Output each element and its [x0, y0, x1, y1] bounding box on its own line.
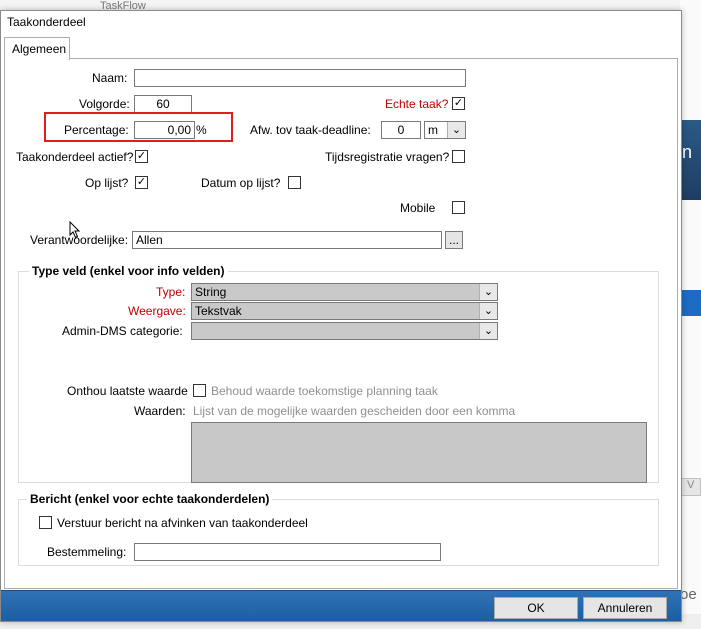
- chevron-down-icon[interactable]: ⌄: [479, 323, 497, 339]
- dialog-titlebar[interactable]: Taakonderdeel: [1, 11, 681, 35]
- bestemmeling-input[interactable]: [134, 543, 441, 561]
- taakonderdeel-dialog: Taakonderdeel Algemeen Naam: Volgorde: 6…: [0, 10, 682, 622]
- onthou-laatste-waarde-label: Onthou laatste waarde: [67, 384, 188, 398]
- admin-dms-label: Admin-DMS categorie:: [62, 324, 183, 338]
- afw-unit-select[interactable]: m ⌄: [424, 121, 466, 139]
- waarden-textarea[interactable]: [191, 422, 647, 483]
- percentage-unit: %: [196, 123, 207, 137]
- type-label: Type:: [156, 285, 186, 299]
- mobile-checkbox[interactable]: [452, 201, 465, 214]
- mouse-cursor-icon: [69, 221, 81, 239]
- behoud-waarde-label: Behoud waarde toekomstige planning taak: [211, 384, 438, 398]
- verstuur-bericht-label: Verstuur bericht na afvinken van taakond…: [57, 516, 308, 530]
- annuleren-button[interactable]: Annuleren: [583, 597, 667, 619]
- ok-button[interactable]: OK: [494, 597, 578, 619]
- percentage-input[interactable]: 0,00: [134, 121, 195, 139]
- background-blue-band: [680, 290, 701, 316]
- afw-unit-value: m: [428, 123, 438, 137]
- volgorde-label: Volgorde:: [79, 97, 130, 111]
- tab-strip: Algemeen: [1, 35, 681, 60]
- actief-checkbox[interactable]: ✓: [135, 150, 148, 163]
- mobile-label: Mobile: [400, 201, 436, 215]
- verstuur-bericht-checkbox[interactable]: [39, 516, 52, 529]
- verantwoordelijke-input[interactable]: Allen: [132, 231, 442, 249]
- echte-taak-label: Echte taak?: [385, 97, 449, 111]
- chevron-down-icon[interactable]: ⌄: [479, 303, 497, 319]
- bestemmeling-label: Bestemmeling:: [47, 545, 127, 559]
- tab-page-algemeen: Naam: Volgorde: 60 Echte taak? ✓ Percent…: [4, 58, 678, 589]
- chevron-down-icon[interactable]: ⌄: [447, 122, 465, 138]
- dialog-footer: OK Annuleren: [1, 590, 681, 621]
- type-veld-group-title: Type veld (enkel voor info velden): [29, 264, 228, 278]
- waarden-label: Waarden:: [134, 404, 186, 418]
- waarden-hint: Lijst van de mogelijke waarden gescheide…: [193, 404, 516, 418]
- weergave-select-value: Tekstvak: [195, 304, 242, 318]
- op-lijst-checkbox[interactable]: ✓: [135, 176, 148, 189]
- background-bottom-text: oe: [680, 586, 697, 603]
- bericht-group-title: Bericht (enkel voor echte taakonderdelen…: [27, 492, 273, 506]
- verantwoordelijke-browse-button[interactable]: ...: [445, 231, 463, 249]
- naam-input[interactable]: [134, 69, 466, 87]
- dialog-title: Taakonderdeel: [7, 15, 86, 29]
- afw-deadline-input[interactable]: 0: [381, 121, 421, 139]
- background-button[interactable]: V: [680, 478, 701, 496]
- volgorde-input[interactable]: 60: [134, 95, 192, 113]
- datum-op-lijst-label: Datum op lijst?: [201, 176, 281, 190]
- background-hero-banner: n: [680, 120, 701, 200]
- type-select-value: String: [195, 285, 227, 299]
- tijdsregistratie-label: Tijdsregistratie vragen?: [325, 150, 450, 164]
- tab-algemeen[interactable]: Algemeen: [4, 37, 70, 60]
- background-right-panel: n V oe: [680, 0, 701, 629]
- tijdsregistratie-checkbox[interactable]: [452, 150, 465, 163]
- echte-taak-checkbox[interactable]: ✓: [452, 97, 465, 110]
- admin-dms-select[interactable]: ⌄: [191, 322, 498, 340]
- onthou-laatste-waarde-checkbox[interactable]: [193, 384, 206, 397]
- datum-op-lijst-checkbox[interactable]: [288, 176, 301, 189]
- weergave-label: Weergave:: [128, 304, 186, 318]
- naam-label: Naam:: [92, 71, 128, 85]
- type-select[interactable]: String ⌄: [191, 283, 498, 301]
- weergave-select[interactable]: Tekstvak ⌄: [191, 302, 498, 320]
- afw-deadline-label: Afw. tov taak-deadline:: [250, 123, 371, 137]
- chevron-down-icon[interactable]: ⌄: [479, 284, 497, 300]
- percentage-label: Percentage:: [64, 123, 129, 137]
- actief-label: Taakonderdeel actief?: [16, 150, 134, 164]
- op-lijst-label: Op lijst?: [85, 176, 129, 190]
